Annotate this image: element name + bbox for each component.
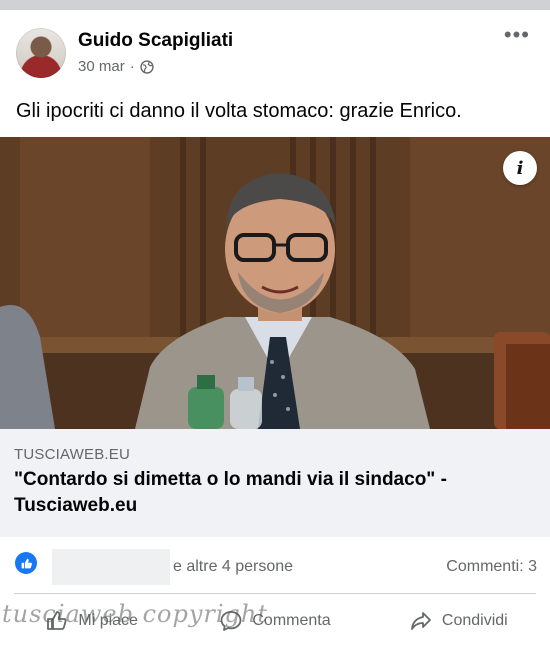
feed-separator	[0, 0, 550, 10]
like-label: Mi piace	[78, 612, 138, 629]
link-preview-image[interactable]: i	[0, 137, 550, 429]
more-options-icon[interactable]: •••	[504, 24, 530, 46]
comments-count[interactable]: Commenti: 3	[446, 558, 537, 576]
info-icon[interactable]: i	[503, 151, 537, 185]
globe-icon	[140, 59, 154, 74]
like-icon[interactable]	[15, 552, 37, 574]
post-meta: 30 mar ·	[78, 58, 154, 75]
thumbs-up-icon	[47, 611, 67, 630]
comment-button[interactable]: Commenta	[183, 595, 366, 647]
link-preview-card[interactable]: TUSCIAWEB.EU "Contardo si dimetta o lo m…	[0, 429, 550, 537]
post-card: Guido Scapigliati 30 mar · ••• Gli ipocr…	[0, 10, 550, 647]
meta-separator: ·	[129, 58, 135, 75]
author-name[interactable]: Guido Scapigliati	[78, 30, 233, 52]
redacted-names	[52, 549, 170, 585]
post-actions: Mi piace Commenta Condividi	[0, 595, 550, 647]
like-button[interactable]: Mi piace	[0, 595, 183, 647]
comment-icon	[220, 611, 242, 631]
link-title[interactable]: "Contardo si dimetta o lo mandi via il s…	[14, 467, 534, 519]
link-domain: TUSCIAWEB.EU	[14, 446, 131, 463]
post-date[interactable]: 30 mar	[78, 58, 125, 75]
action-divider	[14, 593, 536, 594]
share-button[interactable]: Condividi	[367, 595, 550, 647]
post-text: Gli ipocriti ci danno il volta stomaco: …	[16, 100, 462, 122]
share-icon	[411, 612, 431, 630]
reactions-bar: e altre 4 persone Commenti: 3	[0, 537, 550, 591]
author-avatar[interactable]	[16, 28, 66, 78]
thumbs-up-glyph	[21, 558, 32, 568]
photo-illustration	[0, 137, 550, 429]
reactions-summary[interactable]: e altre 4 persone	[173, 558, 293, 576]
share-label: Condividi	[441, 612, 508, 629]
comment-label: Commenta	[252, 612, 331, 629]
